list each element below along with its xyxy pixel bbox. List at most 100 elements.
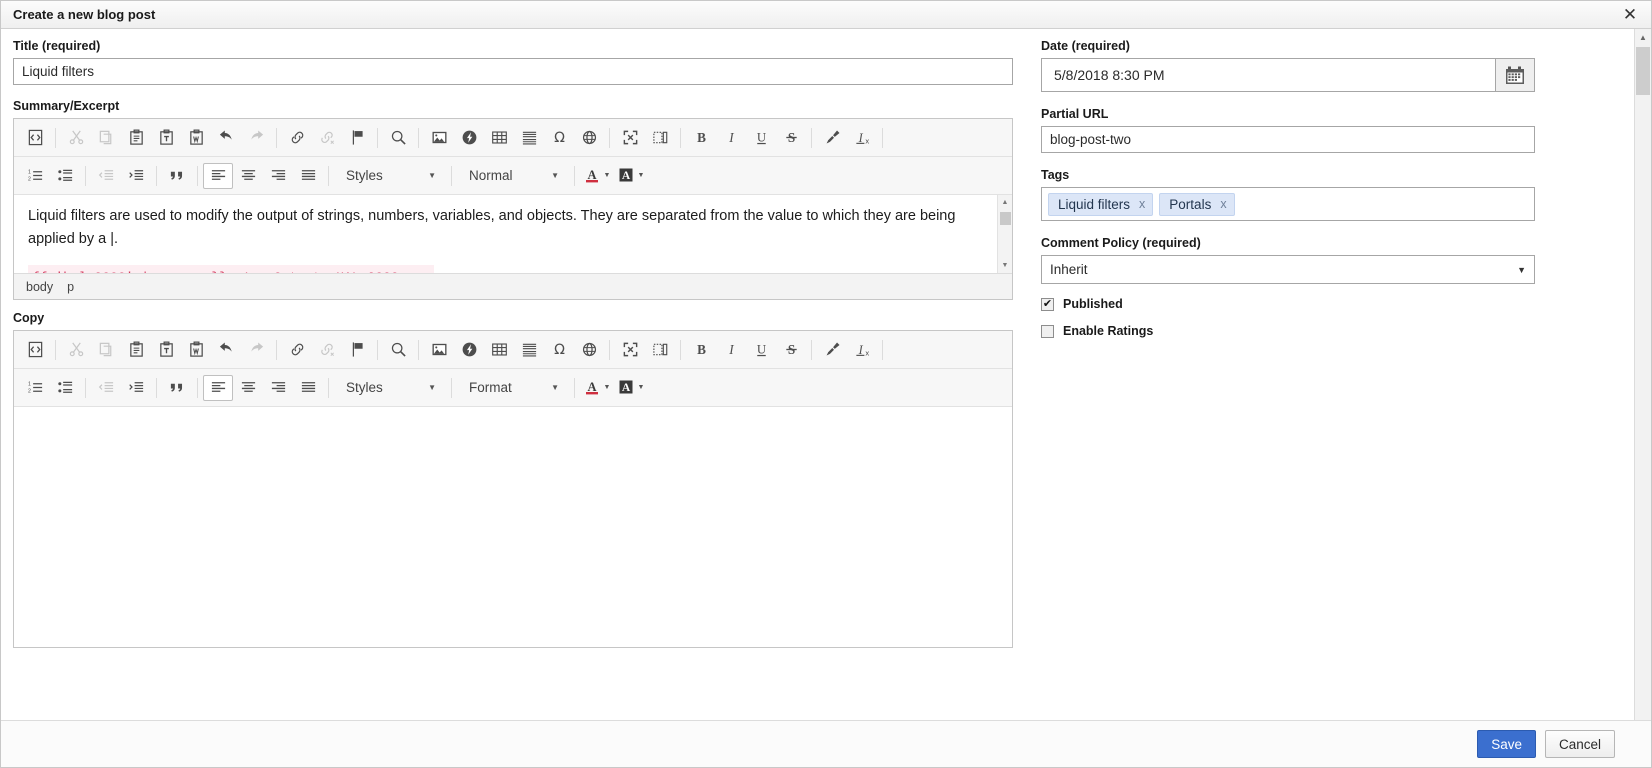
blockquote-icon[interactable] bbox=[162, 375, 192, 401]
link-icon[interactable] bbox=[282, 125, 312, 151]
published-row[interactable]: ✔ Published bbox=[1041, 297, 1535, 311]
undo-icon[interactable] bbox=[211, 125, 241, 151]
show-blocks-icon[interactable] bbox=[645, 125, 675, 151]
published-checkbox[interactable]: ✔ bbox=[1041, 297, 1054, 311]
flash-icon[interactable] bbox=[454, 337, 484, 363]
copy-editor-body[interactable] bbox=[14, 407, 1012, 647]
styles-dropdown-copy[interactable]: Styles ▼ bbox=[338, 375, 442, 401]
image-icon[interactable] bbox=[424, 337, 454, 363]
date-input[interactable] bbox=[1041, 58, 1495, 92]
text-color-icon[interactable]: A ▼ bbox=[580, 375, 614, 401]
text-color-icon[interactable]: A ▼ bbox=[580, 163, 614, 189]
styles-dropdown[interactable]: Styles ▼ bbox=[338, 163, 442, 189]
justify-icon[interactable] bbox=[293, 163, 323, 189]
align-center-icon[interactable] bbox=[233, 163, 263, 189]
numbered-list-icon[interactable]: 12 bbox=[20, 163, 50, 189]
maximize-icon[interactable] bbox=[615, 125, 645, 151]
align-right-icon[interactable] bbox=[263, 375, 293, 401]
dialog-scrollbar[interactable]: ▲ ▼ bbox=[1634, 29, 1651, 741]
paste-from-word-icon[interactable] bbox=[181, 125, 211, 151]
horizontal-rule-icon[interactable] bbox=[514, 125, 544, 151]
published-label[interactable]: Published bbox=[1063, 297, 1123, 311]
element-path-p[interactable]: p bbox=[67, 280, 74, 294]
enable-ratings-label[interactable]: Enable Ratings bbox=[1063, 324, 1153, 338]
cancel-button[interactable]: Cancel bbox=[1544, 730, 1615, 758]
search-icon[interactable] bbox=[383, 337, 413, 363]
summary-scroll-up-icon[interactable]: ▲ bbox=[998, 195, 1012, 210]
comment-policy-select[interactable]: Inherit ▼ bbox=[1041, 255, 1535, 284]
partial-url-input[interactable] bbox=[1041, 126, 1535, 153]
strikethrough-icon[interactable]: S bbox=[776, 337, 806, 363]
source-icon[interactable] bbox=[20, 337, 50, 363]
special-char-icon[interactable]: Ω bbox=[544, 125, 574, 151]
horizontal-rule-icon[interactable] bbox=[514, 337, 544, 363]
copy-formatting-icon[interactable] bbox=[817, 125, 847, 151]
remove-format-icon[interactable]: Ix bbox=[847, 337, 877, 363]
tag-remove-icon[interactable]: x bbox=[1220, 197, 1226, 211]
tag-chip[interactable]: Liquid filters x bbox=[1048, 192, 1154, 216]
tag-remove-icon[interactable]: x bbox=[1139, 197, 1145, 211]
image-icon[interactable] bbox=[424, 125, 454, 151]
summary-editor-body[interactable]: Liquid filters are used to modify the ou… bbox=[14, 195, 1012, 273]
tag-chip[interactable]: Portals x bbox=[1159, 192, 1235, 216]
save-button[interactable]: Save bbox=[1477, 730, 1536, 758]
align-right-icon[interactable] bbox=[263, 163, 293, 189]
table-icon[interactable] bbox=[484, 125, 514, 151]
underline-icon[interactable]: U bbox=[746, 125, 776, 151]
format-dropdown-copy[interactable]: Format ▼ bbox=[461, 375, 565, 401]
strikethrough-icon[interactable]: S bbox=[776, 125, 806, 151]
indent-icon[interactable] bbox=[121, 163, 151, 189]
underline-icon[interactable]: U bbox=[746, 337, 776, 363]
element-path-body[interactable]: body bbox=[26, 280, 53, 294]
bulleted-list-icon[interactable] bbox=[50, 163, 80, 189]
paste-as-text-icon[interactable] bbox=[151, 125, 181, 151]
italic-icon[interactable]: I bbox=[716, 337, 746, 363]
paste-from-word-icon[interactable] bbox=[181, 337, 211, 363]
paste-icon[interactable] bbox=[121, 125, 151, 151]
tags-input[interactable]: Liquid filters x Portals x bbox=[1041, 187, 1535, 221]
summary-scroll-down-icon[interactable]: ▼ bbox=[998, 258, 1012, 273]
calendar-icon[interactable] bbox=[1494, 58, 1535, 92]
flash-icon[interactable] bbox=[454, 125, 484, 151]
enable-ratings-row[interactable]: Enable Ratings bbox=[1041, 324, 1535, 338]
iframe-globe-icon[interactable] bbox=[574, 337, 604, 363]
align-left-icon[interactable] bbox=[203, 374, 233, 401]
justify-icon[interactable] bbox=[293, 375, 323, 401]
close-icon[interactable]: ✕ bbox=[1609, 1, 1651, 28]
show-blocks-icon[interactable] bbox=[645, 337, 675, 363]
copy-formatting-icon[interactable] bbox=[817, 337, 847, 363]
copy-toolbar-row-1: Ω B I US Ix bbox=[14, 331, 1012, 369]
paste-as-text-icon[interactable] bbox=[151, 337, 181, 363]
indent-icon[interactable] bbox=[121, 375, 151, 401]
bold-icon[interactable]: B bbox=[686, 337, 716, 363]
undo-icon[interactable] bbox=[211, 337, 241, 363]
remove-format-icon[interactable]: Ix bbox=[847, 125, 877, 151]
paste-icon[interactable] bbox=[121, 337, 151, 363]
table-icon[interactable] bbox=[484, 337, 514, 363]
maximize-icon[interactable] bbox=[615, 337, 645, 363]
bold-icon[interactable]: B bbox=[686, 125, 716, 151]
bulleted-list-icon[interactable] bbox=[50, 375, 80, 401]
anchor-flag-icon[interactable] bbox=[342, 337, 372, 363]
align-center-icon[interactable] bbox=[233, 375, 263, 401]
background-color-icon[interactable]: A ▼ bbox=[614, 163, 648, 189]
italic-icon[interactable]: I bbox=[716, 125, 746, 151]
format-dropdown[interactable]: Normal ▼ bbox=[461, 163, 565, 189]
background-color-icon[interactable]: A ▼ bbox=[614, 375, 648, 401]
search-icon[interactable] bbox=[383, 125, 413, 151]
scrollbar-thumb[interactable] bbox=[1636, 47, 1650, 95]
anchor-flag-icon[interactable] bbox=[342, 125, 372, 151]
numbered-list-icon[interactable]: 12 bbox=[20, 375, 50, 401]
enable-ratings-checkbox[interactable] bbox=[1041, 324, 1054, 338]
summary-editor-text[interactable]: Liquid filters are used to modify the ou… bbox=[14, 195, 1012, 273]
iframe-globe-icon[interactable] bbox=[574, 125, 604, 151]
summary-editor-scrollbar[interactable]: ▲ ▼ bbox=[997, 195, 1012, 273]
title-input[interactable] bbox=[13, 58, 1013, 85]
link-icon[interactable] bbox=[282, 337, 312, 363]
blockquote-icon[interactable] bbox=[162, 163, 192, 189]
summary-scrollbar-thumb[interactable] bbox=[1000, 212, 1011, 225]
source-icon[interactable] bbox=[20, 125, 50, 151]
scroll-up-icon[interactable]: ▲ bbox=[1635, 29, 1651, 46]
special-char-icon[interactable]: Ω bbox=[544, 337, 574, 363]
align-left-icon[interactable] bbox=[203, 162, 233, 189]
